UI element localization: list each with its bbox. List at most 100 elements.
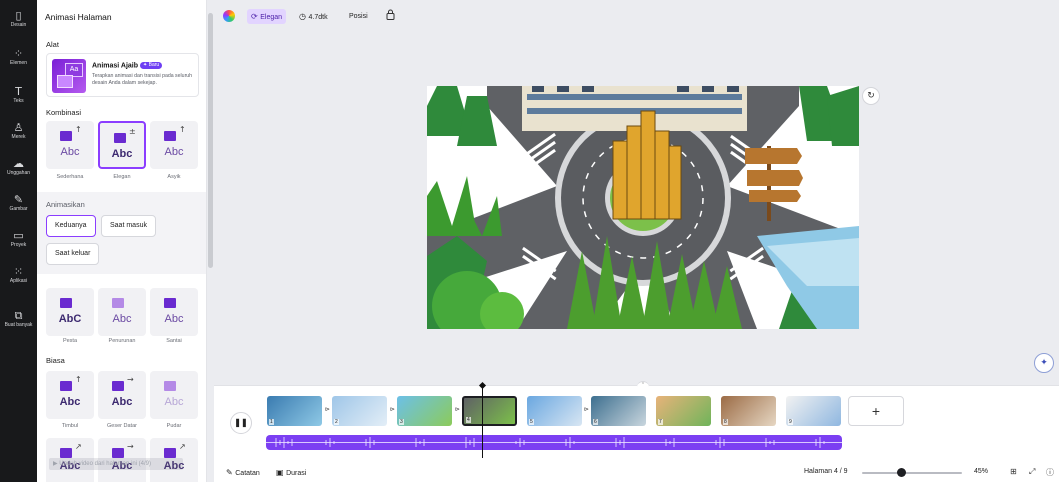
add-page-button[interactable]: + xyxy=(848,396,904,426)
panel-scrollbar[interactable] xyxy=(208,13,213,268)
mode-exit-button[interactable]: Saat keluar xyxy=(46,243,100,265)
layout-icon: ▯ xyxy=(15,9,22,22)
animation-panel: Animasi Halaman Alat Aa Animasi Ajaib ✦ B… xyxy=(37,0,207,482)
folder-icon: ▭ xyxy=(13,229,24,242)
transition-icon[interactable]: ⊳ xyxy=(390,406,395,413)
notes-button[interactable]: ✎ Catatan xyxy=(226,468,260,477)
zoom-slider-knob[interactable] xyxy=(897,468,906,477)
timeline: ⌃ ❚❚ 1 ⊳ 2 ⊳ 3 ⊳ 4 5 ⊳ 6 7 8 9 + ✎ Catat… xyxy=(214,381,1059,482)
anim-option-fun[interactable]: ↑ Abc xyxy=(150,121,198,169)
page-thumbnail-6[interactable]: 6 xyxy=(591,396,646,426)
shapes-icon: ⁘ xyxy=(13,47,24,60)
anim-option-elegant[interactable]: ± Abc xyxy=(98,121,146,169)
rail-item-projects[interactable]: ▭ Proyek xyxy=(0,229,37,249)
lock-icon[interactable] xyxy=(386,9,395,24)
page-thumbnail-9[interactable]: 9 xyxy=(786,396,841,426)
anim-option-pan[interactable]: → Abc xyxy=(98,371,146,419)
arrow-diagonal-icon: ↗ xyxy=(179,442,186,451)
download-video-toast[interactable]: ▶ Unduh video dari halaman ini (4/9) xyxy=(49,458,183,470)
arrow-up-icon: ↑ xyxy=(179,125,186,134)
audio-track[interactable] xyxy=(266,435,842,450)
page-thumbnail-4-current[interactable]: 4 xyxy=(462,396,517,426)
panel-title: Animasi Halaman xyxy=(45,12,112,22)
section-combination-label: Kombinasi xyxy=(46,108,82,117)
section-basic-label: Biasa xyxy=(46,356,65,365)
transition-icon[interactable]: ⊳ xyxy=(584,406,589,413)
fullscreen-icon[interactable]: ⤢ xyxy=(1029,467,1035,477)
play-pause-button[interactable]: ❚❚ xyxy=(230,412,252,434)
clock-icon: ◷ xyxy=(299,12,309,21)
anim-option-label: Geser Datar xyxy=(107,423,137,429)
audio-waveform xyxy=(266,437,842,448)
anim-option-label: Timbul xyxy=(61,423,79,429)
plus-minus-icon: ± xyxy=(129,127,136,136)
animation-style-button[interactable]: ⟳ Elegan xyxy=(247,9,287,24)
anim-option-label: Pesta xyxy=(62,338,78,344)
anim-option-party[interactable]: AbC xyxy=(46,288,94,336)
magic-sparkle-icon[interactable]: ✦ xyxy=(1034,353,1054,373)
design-canvas[interactable] xyxy=(427,86,859,329)
duration-toggle-button[interactable]: ▣ Durasi xyxy=(276,468,306,477)
arrow-up-icon: ↑ xyxy=(75,375,82,384)
text-icon: T xyxy=(15,85,22,98)
grid-view-icon[interactable]: ⊞ xyxy=(1010,467,1017,476)
mode-both-button[interactable]: Keduanya xyxy=(46,215,96,237)
anim-option-label: Santai xyxy=(166,338,182,344)
apps-icon: ⁙ xyxy=(13,265,24,278)
rail-item-uploads[interactable]: ☁ Unggahan xyxy=(0,157,37,177)
position-button[interactable]: Posisi xyxy=(349,9,368,24)
page-thumbnail-5[interactable]: 5 xyxy=(527,396,582,426)
help-icon[interactable]: ⓘ xyxy=(1046,467,1054,478)
transition-icon[interactable]: ⊳ xyxy=(325,406,330,413)
draw-icon: ✎ xyxy=(13,193,24,206)
anim-option-label: Sederhana xyxy=(56,174,84,180)
page-thumbnail-2[interactable]: 2 xyxy=(332,396,387,426)
arrow-diagonal-icon: ↗ xyxy=(75,442,82,451)
rail-item-bulk-create[interactable]: ⧉ Buat banyak xyxy=(0,310,37,329)
collapse-timeline-handle[interactable]: ⌃ xyxy=(637,381,649,388)
anim-option-label: Asyik xyxy=(167,174,181,180)
color-wheel-icon[interactable] xyxy=(223,10,235,22)
page-thumbnail-3[interactable]: 3 xyxy=(397,396,452,426)
playhead[interactable] xyxy=(482,386,483,458)
zoom-slider[interactable] xyxy=(862,472,962,474)
anim-option-relaxed[interactable]: Abc xyxy=(150,288,198,336)
arrow-right-icon: → xyxy=(127,375,134,384)
upload-icon: ☁ xyxy=(13,157,24,170)
arrow-right-icon: → xyxy=(127,442,134,451)
rail-item-draw[interactable]: ✎ Gambar xyxy=(0,193,37,213)
anim-option-label: Penurunan xyxy=(108,338,136,344)
section-tools-label: Alat xyxy=(46,40,59,49)
page-thumbnail-8[interactable]: 8 xyxy=(721,396,776,426)
magic-animate-title: Animasi Ajaib xyxy=(92,62,139,70)
anim-option-fade[interactable]: Abc xyxy=(150,371,198,419)
page-thumbnail-7[interactable]: 7 xyxy=(656,396,711,426)
zoom-level[interactable]: 45% xyxy=(974,468,988,475)
transition-icon[interactable]: ⊳ xyxy=(455,406,460,413)
rail-item-brand[interactable]: ♙ Merek xyxy=(0,121,37,141)
duration-button[interactable]: ◷ 4.7dtk xyxy=(299,9,328,24)
anim-option-simple[interactable]: ↑ Abc xyxy=(46,121,94,169)
editor-app: ▯ Desain ⁘ Elemen T Teks ♙ Merek ☁ Unggahan ✎… xyxy=(0,0,1059,482)
magic-animate-description: Terapkan animasi dan transisi pada selur… xyxy=(92,73,193,86)
magic-animate-card[interactable]: Aa Animasi Ajaib ✦ Baru Terapkan animasi … xyxy=(46,53,199,97)
page-indicator: Halaman 4 / 9 xyxy=(804,468,848,475)
rail-item-design[interactable]: ▯ Desain xyxy=(0,9,37,29)
anim-option-label: Elegan xyxy=(113,174,131,180)
left-rail: ▯ Desain ⁘ Elemen T Teks ♙ Merek ☁ Unggahan ✎… xyxy=(0,0,37,482)
brand-icon: ♙ xyxy=(13,121,24,134)
roundabout-illustration xyxy=(427,86,859,329)
anim-option-label: Pudar xyxy=(166,423,182,429)
rail-item-apps[interactable]: ⁙ Aplikasi xyxy=(0,265,37,285)
arrow-up-icon: ↑ xyxy=(75,125,82,134)
rail-item-elements[interactable]: ⁘ Elemen xyxy=(0,47,37,67)
refresh-icon[interactable]: ↻ xyxy=(862,87,880,105)
play-box-icon: ▣ xyxy=(276,468,287,477)
anim-option-rise[interactable]: ↑ Abc xyxy=(46,371,94,419)
anim-option-descend[interactable]: Abc xyxy=(98,288,146,336)
rail-item-text[interactable]: T Teks xyxy=(0,85,37,105)
mode-enter-button[interactable]: Saat masuk xyxy=(101,215,156,237)
magic-animate-thumbnail: Aa xyxy=(52,59,86,93)
page-thumbnail-1[interactable]: 1 xyxy=(267,396,322,426)
animate-icon: ⟳ xyxy=(251,12,261,21)
